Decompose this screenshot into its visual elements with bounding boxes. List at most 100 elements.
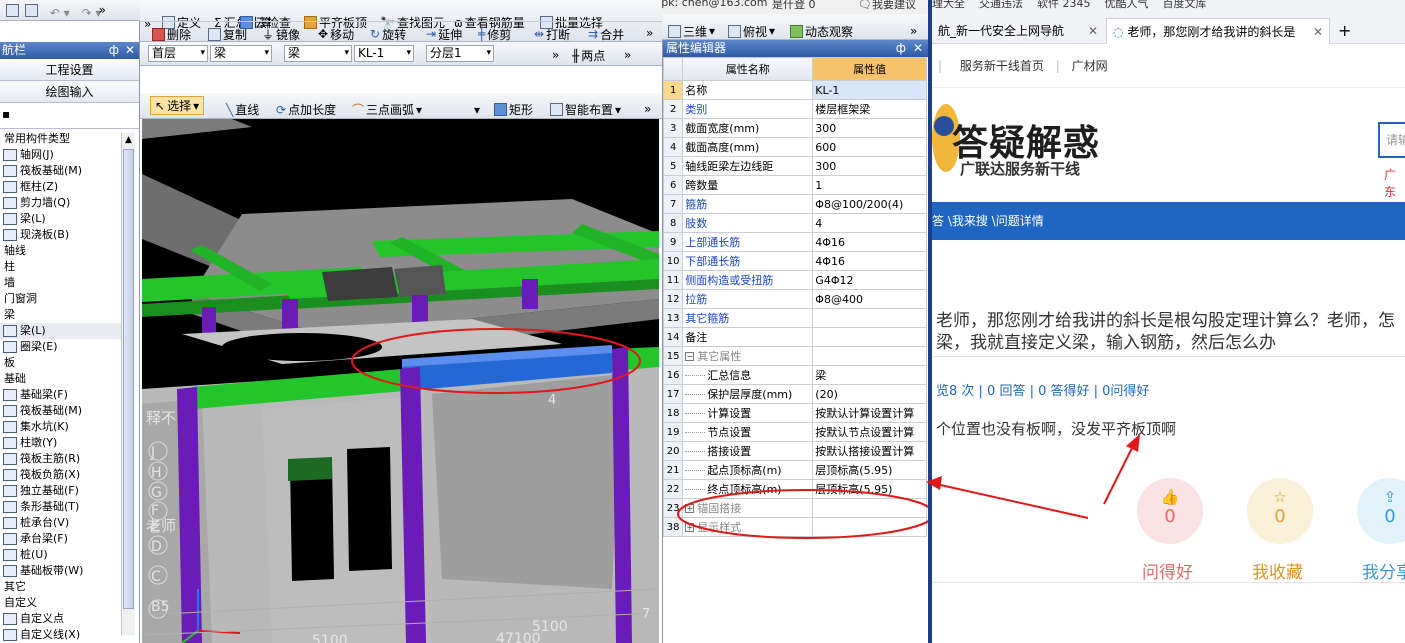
tree-item[interactable]: 剪力墙(Q)	[0, 195, 122, 211]
select-button[interactable]: ↖ 选择 ▾	[150, 96, 205, 115]
property-value[interactable]: 按默认节点设置计算	[812, 422, 927, 442]
tree-group[interactable]: 梁	[0, 307, 122, 323]
property-row[interactable]: 15− 其它属性	[662, 346, 927, 366]
tree-item[interactable]: 梁(L)	[0, 211, 122, 227]
toolbar2-more[interactable]: »	[642, 23, 657, 41]
category-select[interactable]: 梁	[210, 45, 272, 62]
undo-icon[interactable]: ↶ ▾	[46, 3, 74, 21]
tab-close-icon[interactable]: ✕	[1313, 19, 1323, 44]
bookmark-link[interactable]: 优酷人气	[1105, 0, 1149, 10]
property-value[interactable]: 4Φ16	[812, 251, 927, 271]
tree-group[interactable]: 常用构件类型	[0, 131, 122, 147]
nav-price-link[interactable]: 广材网	[1072, 59, 1108, 73]
tree-item[interactable]: 筏板负筋(X)	[0, 467, 122, 483]
two-point-button[interactable]: ╫ 两点	[568, 44, 609, 65]
close-icon[interactable]: ✕	[913, 40, 923, 57]
layer-select[interactable]: 分层1	[426, 45, 494, 62]
tree-item[interactable]: 圈梁(E)	[0, 339, 122, 355]
tree-group[interactable]: 板	[0, 355, 122, 371]
tree-item[interactable]: 柱墩(Y)	[0, 435, 122, 451]
property-row[interactable]: 13 其它箍筋	[662, 308, 927, 328]
tree-group[interactable]: 基础	[0, 371, 122, 387]
property-row[interactable]: 3 截面宽度(mm) 300	[662, 118, 927, 138]
trim-button[interactable]: ╪ 修剪	[474, 24, 515, 41]
tree-item[interactable]: 桩承台(V)	[0, 515, 122, 531]
property-row[interactable]: 20 搭接设置 按默认搭接设置计算	[662, 441, 927, 461]
property-row[interactable]: 19 节点设置 按默认节点设置计算	[662, 422, 927, 442]
rect-button[interactable]: 矩形	[490, 97, 537, 118]
3d-view-button[interactable]: 三维 ▾	[664, 18, 719, 39]
save-icon[interactable]	[25, 3, 38, 17]
property-row[interactable]: 8 肢数 4	[662, 213, 927, 233]
property-value[interactable]: 4	[812, 213, 927, 233]
bookmark-link[interactable]: 软件 2345	[1037, 0, 1091, 10]
property-value[interactable]: 按默认搭接设置计算	[812, 441, 927, 461]
new-tab-button[interactable]: +	[1332, 18, 1358, 44]
toolbar3-more-right[interactable]: »	[620, 43, 635, 65]
arc-option-dropdown[interactable]: ▾	[470, 97, 484, 118]
property-value[interactable]: Φ8@400	[812, 289, 927, 309]
property-value[interactable]: (20)	[812, 384, 927, 404]
property-row[interactable]: 9 上部通长筋 4Φ16	[662, 232, 927, 252]
property-row[interactable]: 7 箍筋 Φ8@100/200(4)	[662, 194, 927, 214]
property-row[interactable]: 21 起点顶标高(m) 层顶标高(5.95)	[662, 460, 927, 480]
property-row[interactable]: 2 类别 楼层框架梁	[662, 99, 927, 119]
property-value[interactable]: 层顶标高(5.95)	[812, 460, 927, 480]
tree-group[interactable]: 柱	[0, 259, 122, 275]
property-value[interactable]: 按默认计算设置计算	[812, 403, 927, 423]
tree-item[interactable]: 筏板基础(M)	[0, 163, 122, 179]
property-value[interactable]: 梁	[812, 365, 927, 385]
merge-button[interactable]: ⇉ 合并	[584, 24, 628, 41]
tree-item[interactable]: 基础板带(W)	[0, 563, 122, 579]
bookmark-link[interactable]: 理大全	[932, 0, 965, 10]
property-row[interactable]: 1 名称 KL-1	[662, 80, 927, 100]
smart-layout-button[interactable]: 智能布置 ▾	[546, 97, 625, 118]
property-row[interactable]: 4 截面高度(mm) 600	[662, 137, 927, 157]
close-icon[interactable]: ✕	[125, 42, 135, 59]
tree-group[interactable]: 自定义	[0, 595, 122, 611]
view-toolbar-more[interactable]: »	[906, 18, 921, 39]
search-input[interactable]: 请输	[1378, 122, 1405, 158]
property-value[interactable]	[812, 327, 927, 347]
scroll-thumb[interactable]	[123, 149, 134, 609]
property-value[interactable]: 600	[812, 137, 927, 157]
line-button[interactable]: ╲ 直线	[222, 97, 263, 118]
property-row[interactable]: 5 轴线距梁左边线距 300	[662, 156, 927, 176]
tree-group[interactable]: 轴线	[0, 243, 122, 259]
property-value[interactable]: 1	[812, 175, 927, 195]
favorite-button[interactable]: ☆ 0	[1247, 478, 1313, 544]
extend-button[interactable]: ⇥ 延伸	[422, 24, 466, 41]
tree-item[interactable]: 轴网(J)	[0, 147, 122, 163]
collapse-icon[interactable]: −	[685, 352, 695, 361]
new-file-icon[interactable]	[6, 3, 19, 17]
tree-item[interactable]: 基础梁(F)	[0, 387, 122, 403]
property-value[interactable]: 4Φ16	[812, 232, 927, 252]
share-button[interactable]: ⇪ 0	[1357, 478, 1405, 544]
top-view-button[interactable]: 俯视 ▾	[724, 18, 779, 39]
arc-button[interactable]: ⌒ 三点画弧 ▾	[348, 97, 426, 118]
tree-group[interactable]: 门窗洞	[0, 291, 122, 307]
property-value[interactable]	[812, 346, 927, 366]
property-value[interactable]: 楼层框架梁	[812, 99, 927, 119]
property-row[interactable]: 17 保护层厚度(mm) (20)	[662, 384, 927, 404]
orbit-button[interactable]: 动态观察	[786, 18, 857, 39]
toolbar4-more[interactable]: »	[640, 96, 655, 118]
property-row[interactable]: 16 汇总信息梁	[662, 365, 927, 385]
property-row[interactable]: 18 计算设置 按默认计算设置计算	[662, 403, 927, 423]
tree-group[interactable]: 其它	[0, 579, 122, 595]
component-name-select[interactable]: KL-1	[354, 45, 414, 62]
delete-button[interactable]: 删除	[148, 24, 195, 41]
project-settings-button[interactable]: 工程设置	[0, 59, 139, 81]
tree-item[interactable]: 自定义点	[0, 611, 122, 627]
suggest-link[interactable]: 🗨我要建议	[858, 0, 916, 12]
scroll-up-icon[interactable]: ▲	[122, 133, 135, 147]
bookmark-link[interactable]: 百度文库	[1163, 0, 1207, 10]
tree-item[interactable]: 筏板基础(M)	[0, 403, 122, 419]
tree-item[interactable]: 现浇板(B)	[0, 227, 122, 243]
3d-viewport[interactable]: 释不 老师 J H G F E D C B5 4 7 5100 47100 5100	[142, 119, 659, 643]
browser-tab-1[interactable]: 航_新一代安全上网导航 ✕	[932, 18, 1104, 44]
move-button[interactable]: ✥ 移动	[314, 24, 358, 41]
nav-home-link[interactable]: 服务新干线首页	[960, 59, 1044, 73]
property-row[interactable]: 10 下部通长筋 4Φ16	[662, 251, 927, 271]
tree-item[interactable]: 框柱(Z)	[0, 179, 122, 195]
